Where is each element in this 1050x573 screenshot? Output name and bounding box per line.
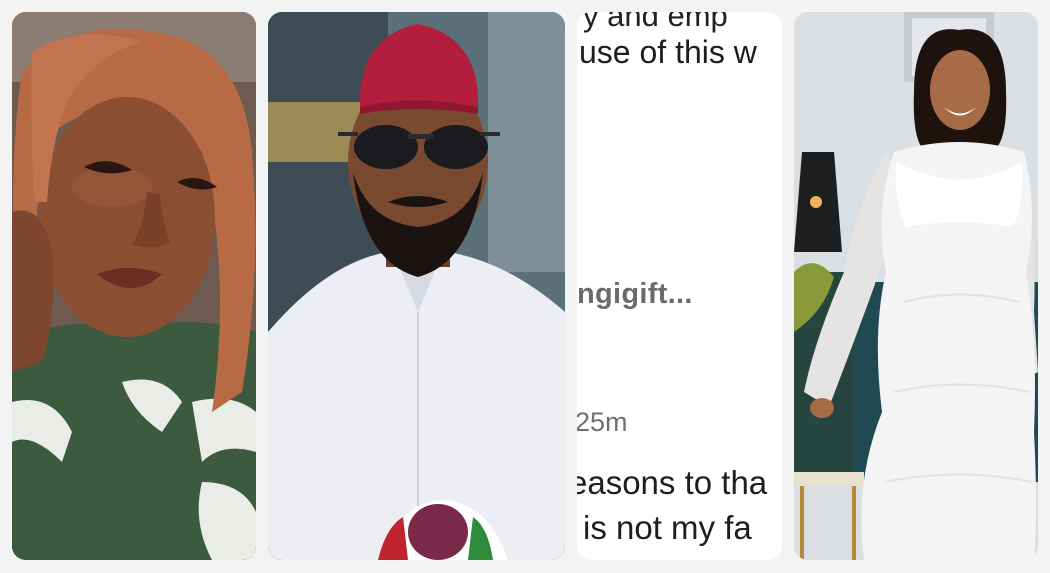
- comment-screenshot: y and emp use of this w ngigift... 25m e…: [577, 12, 782, 560]
- comment-text-top: y and emp: [583, 12, 728, 33]
- comment-text-line: use of this w: [579, 34, 757, 70]
- woman-white-gown-illustration: [794, 12, 1038, 560]
- comment-text-line: easons to tha: [577, 464, 768, 501]
- comment-text-line: is not my fa: [583, 509, 752, 546]
- photo-woman-selfie: [12, 12, 256, 560]
- photo-woman-white-gown: [794, 12, 1038, 560]
- man-red-cap-illustration: [268, 12, 565, 560]
- comment-timestamp: 25m: [577, 407, 628, 437]
- photo-man-red-cap: [268, 12, 565, 560]
- comment-username: ngigift...: [577, 278, 693, 310]
- woman-selfie-illustration: [12, 12, 256, 560]
